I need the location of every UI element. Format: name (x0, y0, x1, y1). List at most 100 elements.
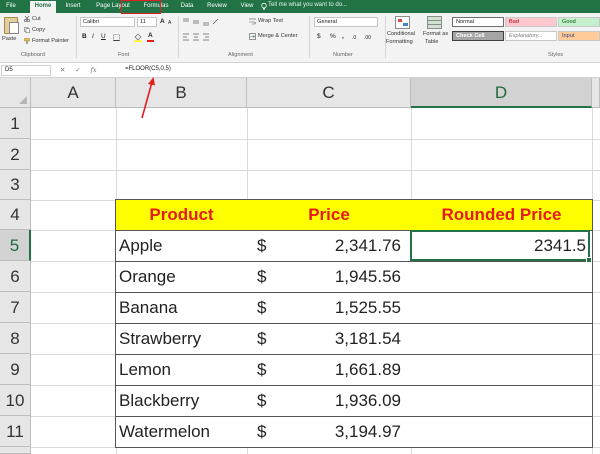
column-header-b[interactable]: B (116, 78, 247, 108)
formula-input[interactable]: =FLOOR(C5,0.5) (125, 65, 171, 74)
format-as-table-line1[interactable]: Format as (423, 30, 448, 38)
cell-product[interactable]: Lemon (115, 355, 248, 386)
row-header-7[interactable]: 7 (0, 292, 31, 323)
cell-product[interactable]: Apple (115, 231, 248, 262)
row-header-5[interactable]: 5 (0, 230, 31, 261)
cell-price[interactable]: $ 1,525.55 (247, 293, 412, 324)
fill-handle[interactable] (586, 257, 592, 263)
cell-product[interactable]: Watermelon (115, 417, 248, 448)
cell-rounded-price[interactable] (411, 386, 593, 417)
gridline (31, 139, 600, 140)
currency-format-button[interactable]: $ (317, 33, 321, 41)
font-color-icon[interactable]: A (148, 32, 153, 40)
cell-product[interactable]: Banana (115, 293, 248, 324)
header-product[interactable]: Product (115, 199, 248, 231)
format-as-table-line2[interactable]: Table (425, 38, 438, 46)
conditional-formatting-line1[interactable]: Conditional (387, 30, 415, 38)
tell-me-search[interactable]: Tell me what you want to do... (268, 2, 347, 8)
cell-rounded-price[interactable] (411, 293, 593, 324)
bold-button[interactable]: B (82, 33, 87, 41)
top-align-icons[interactable] (183, 18, 219, 26)
tab-data[interactable]: Data (178, 1, 196, 13)
cell-price[interactable]: $ 1,661.89 (247, 355, 412, 386)
header-rounded-price[interactable]: Rounded Price (411, 199, 593, 231)
row-header-2[interactable]: 2 (0, 139, 31, 170)
comma-format-button[interactable]: , (342, 33, 344, 41)
price-value: 2,341.76 (334, 236, 401, 255)
tab-insert[interactable]: Insert (62, 1, 84, 13)
number-format-select[interactable]: General (314, 17, 378, 27)
header-price[interactable]: Price (247, 199, 412, 231)
copy-icon (24, 27, 30, 33)
decrease-font-icon[interactable]: A (168, 19, 171, 27)
select-all-corner[interactable] (0, 78, 31, 108)
tab-view[interactable]: View (237, 1, 257, 13)
underline-button[interactable]: U (101, 33, 106, 41)
fill-color-icon[interactable] (134, 33, 142, 42)
column-header-a[interactable]: A (31, 78, 116, 108)
cell-price[interactable]: $ 3,194.97 (247, 417, 412, 448)
tab-home[interactable]: Home (30, 1, 56, 13)
style-bad[interactable]: Bad (505, 17, 557, 27)
font-name-select[interactable]: Calibri (80, 17, 135, 27)
column-header-c[interactable]: C (247, 78, 411, 108)
style-explanatory[interactable]: Explanatory... (505, 31, 557, 41)
cut-button[interactable]: Cut (32, 15, 41, 23)
tab-review[interactable]: Review (204, 1, 230, 13)
row-header-4[interactable]: 4 (0, 200, 31, 230)
horizontal-align-icons[interactable] (183, 33, 219, 41)
row-header-12[interactable] (0, 447, 31, 454)
conditional-formatting-line2[interactable]: Formatting (386, 38, 413, 46)
cell-product[interactable]: Orange (115, 262, 248, 293)
increase-font-icon[interactable]: A (160, 18, 165, 26)
style-good[interactable]: Good (558, 17, 600, 27)
currency-symbol: $ (257, 298, 267, 317)
alignment-group-label: Alignment (228, 52, 253, 58)
row-header-1[interactable]: 1 (0, 108, 31, 139)
cell-price[interactable]: $ 2,341.76 (247, 231, 412, 262)
cell-product[interactable]: Blackberry (115, 386, 248, 417)
font-size-select[interactable]: 11 (137, 17, 157, 27)
row-header-9[interactable]: 9 (0, 354, 31, 385)
row-header-8[interactable]: 8 (0, 323, 31, 354)
price-value: 1,661.89 (334, 360, 401, 379)
cell-price[interactable]: $ 1,945.56 (247, 262, 412, 293)
cell-product[interactable]: Strawberry (115, 324, 248, 355)
increase-decimal-icon[interactable]: .0 (352, 34, 356, 42)
paste-icon[interactable] (4, 17, 19, 34)
row-header-10[interactable]: 10 (0, 385, 31, 416)
cell-rounded-price[interactable] (411, 262, 593, 293)
row-header-3[interactable]: 3 (0, 170, 31, 200)
wrap-text-button[interactable]: Wrap Text (258, 17, 283, 25)
row-header-6[interactable]: 6 (0, 261, 31, 292)
cell-price[interactable]: $ 3,181.54 (247, 324, 412, 355)
name-box[interactable]: D5 (1, 65, 51, 76)
style-check-cell[interactable]: Check Cell (452, 31, 504, 41)
paste-button[interactable]: Paste (2, 35, 16, 43)
column-header-d[interactable]: D (411, 78, 592, 108)
format-painter-button[interactable]: Format Painter (32, 37, 69, 45)
tab-file[interactable]: File (2, 1, 20, 13)
decrease-decimal-icon[interactable]: .00 (364, 34, 371, 42)
cell-rounded-price[interactable] (411, 355, 593, 386)
wrap-text-icon (249, 18, 256, 25)
styles-group-label: Styles (548, 52, 564, 58)
style-input[interactable]: Input (558, 31, 600, 41)
cell-rounded-price[interactable] (411, 324, 593, 355)
insert-function-button[interactable]: fx (91, 66, 97, 74)
price-value: 1,936.09 (334, 391, 401, 410)
cell-rounded-price[interactable] (411, 417, 593, 448)
borders-icon[interactable] (113, 34, 120, 41)
merge-center-button[interactable]: Merge & Center (258, 32, 297, 40)
format-as-table-icon[interactable] (427, 16, 442, 29)
italic-button[interactable]: I (92, 33, 94, 41)
copy-button[interactable]: Copy (32, 26, 45, 34)
percent-format-button[interactable]: % (330, 33, 336, 41)
enter-icon[interactable]: ✓ (75, 67, 80, 74)
cancel-icon[interactable]: ✕ (60, 67, 65, 74)
style-normal[interactable]: Normal (452, 17, 504, 27)
row-header-11[interactable]: 11 (0, 416, 31, 447)
conditional-formatting-icon[interactable] (395, 16, 410, 29)
cell-price[interactable]: $ 1,936.09 (247, 386, 412, 417)
column-header-e[interactable] (592, 78, 600, 108)
